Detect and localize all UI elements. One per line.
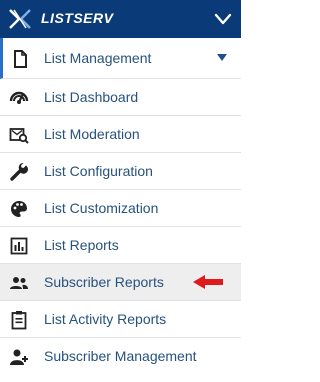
menu-section-list-management[interactable]: List Management [0, 38, 241, 79]
sidebar-item-subscriber-management[interactable]: Subscriber Management [0, 338, 241, 375]
sidebar-item-label: Subscriber Management [44, 348, 197, 364]
bar-chart-icon [10, 237, 28, 255]
listserv-logo-icon [9, 9, 31, 29]
add-user-icon [10, 349, 28, 365]
gauge-icon [9, 91, 29, 104]
sidebar-item-list-configuration[interactable]: List Configuration [0, 153, 241, 190]
document-icon [14, 50, 27, 68]
users-icon [10, 277, 28, 289]
clipboard-icon [11, 311, 27, 330]
sidebar-item-list-customization[interactable]: List Customization [0, 190, 241, 227]
sidebar-item-label: List Customization [44, 200, 159, 216]
caret-down-icon[interactable] [217, 54, 227, 62]
sidebar-item-list-reports[interactable]: List Reports [0, 227, 241, 264]
red-arrow-indicator-icon [193, 275, 223, 289]
sidebar-menu: List Management List Dashboard List Mode… [0, 38, 241, 375]
sidebar-item-label: Subscriber Reports [44, 274, 164, 290]
sidebar-item-list-activity-reports[interactable]: List Activity Reports [0, 301, 241, 338]
wrench-icon [10, 162, 28, 181]
sidebar-item-label: List Dashboard [44, 89, 139, 105]
sidebar-item-label: List Configuration [44, 163, 153, 179]
brand-name: LISTSERV [41, 10, 114, 26]
sidebar-item-subscriber-reports[interactable]: Subscriber Reports [0, 264, 241, 301]
sidebar-item-label: List Reports [44, 237, 119, 253]
sidebar-item-label: List Moderation [44, 126, 140, 142]
section-label: List Management [44, 50, 152, 66]
sidebar-item-list-dashboard[interactable]: List Dashboard [0, 79, 241, 116]
sidebar-item-list-moderation[interactable]: List Moderation [0, 116, 241, 153]
sidebar-item-label: List Activity Reports [44, 311, 167, 327]
palette-icon [11, 201, 27, 217]
moderation-icon [9, 128, 29, 144]
chevron-down-icon[interactable] [214, 11, 232, 27]
top-bar: LISTSERV [0, 0, 241, 38]
